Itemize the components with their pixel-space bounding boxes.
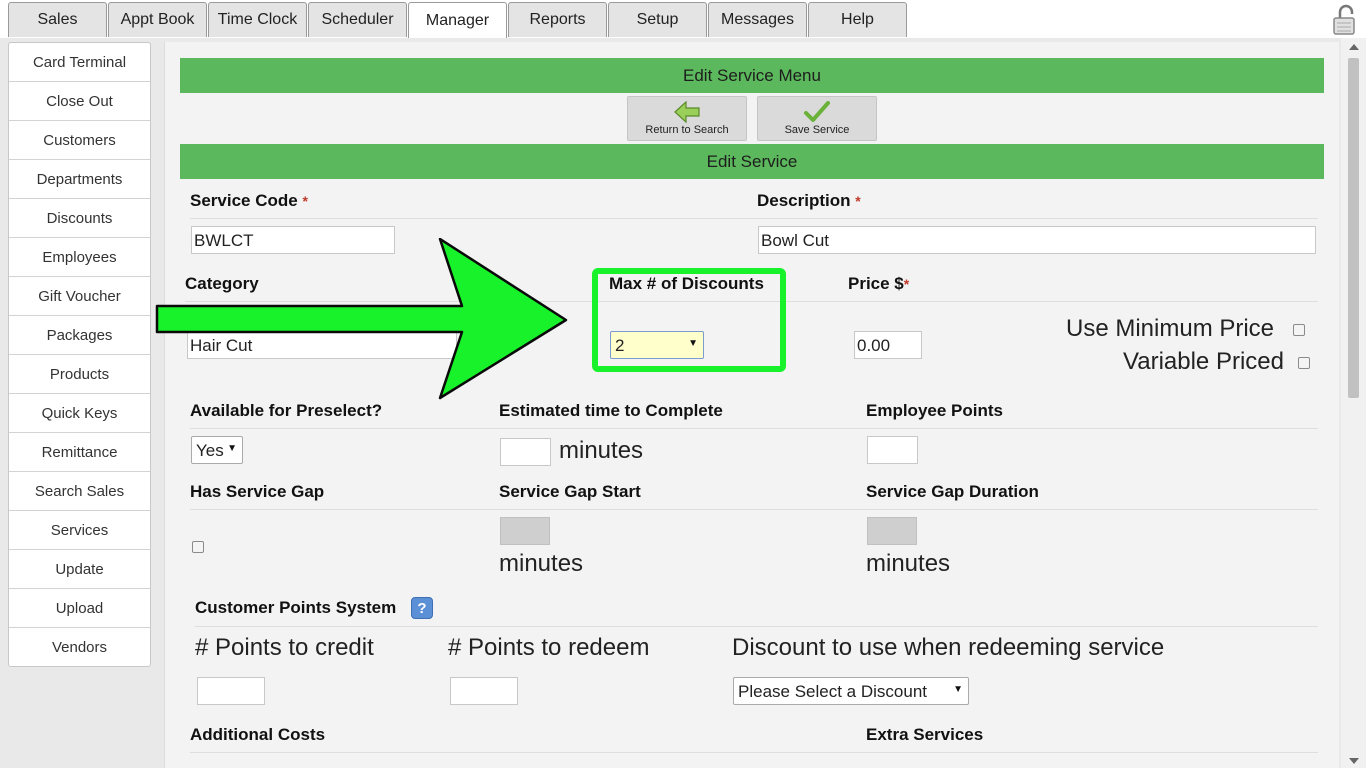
preselect-value: Yes (196, 441, 224, 460)
service-code-label: Service Code * (190, 191, 308, 210)
tab-appt-book[interactable]: Appt Book (108, 2, 207, 37)
tab-setup[interactable]: Setup (608, 2, 707, 37)
extra-services-label: Extra Services (866, 725, 984, 744)
est-time-label: Estimated time to Complete (499, 401, 723, 420)
divider (190, 509, 1318, 510)
lock-icon[interactable] (1332, 4, 1358, 36)
back-arrow-icon (674, 100, 700, 124)
sidebar-item-products[interactable]: Products (9, 355, 150, 394)
points-credit-label: # Points to credit (195, 634, 374, 661)
gap-start-label: Service Gap Start (499, 482, 641, 501)
redeem-discount-select[interactable]: Please Select a Discount ▼ (733, 677, 969, 705)
sidebar-item-search-sales[interactable]: Search Sales (9, 472, 150, 511)
gap-duration-unit: minutes (866, 550, 951, 577)
points-redeem-label: # Points to redeem (448, 634, 650, 661)
save-service-label: Save Service (784, 124, 850, 136)
variable-priced-checkbox[interactable] (1298, 357, 1310, 369)
employee-points-input[interactable] (867, 436, 918, 464)
main-content: Edit Service Menu Return to Search Save … (164, 42, 1339, 768)
menu-title-bar: Edit Service Menu (180, 58, 1324, 93)
form-title-bar: Edit Service (180, 144, 1324, 179)
chevron-down-icon: ▼ (227, 443, 237, 454)
sidebar-item-packages[interactable]: Packages (9, 316, 150, 355)
checkmark-icon (804, 101, 830, 122)
gap-duration-label: Service Gap Duration (866, 482, 1039, 501)
sidebar-item-vendors[interactable]: Vendors (9, 628, 150, 667)
redeem-discount-label: Discount to use when redeeming service (732, 634, 1165, 661)
sidebar-item-departments[interactable]: Departments (9, 160, 150, 199)
description-input[interactable]: Bowl Cut (758, 226, 1316, 254)
gap-start-unit: minutes (499, 550, 584, 577)
divider (190, 752, 1318, 753)
use-minimum-price-label: Use Minimum Price (1066, 315, 1275, 342)
sidebar-item-gift-voucher[interactable]: Gift Voucher (9, 277, 150, 316)
sidebar-item-customers[interactable]: Customers (9, 121, 150, 160)
additional-costs-label: Additional Costs (190, 725, 326, 744)
return-to-search-label: Return to Search (645, 124, 729, 136)
return-to-search-button[interactable]: Return to Search (627, 96, 747, 141)
est-time-unit: minutes (559, 437, 644, 464)
tab-help[interactable]: Help (808, 2, 907, 37)
points-redeem-input[interactable] (450, 677, 518, 705)
top-nav: Sales Appt Book Time Clock Scheduler Man… (0, 0, 1366, 38)
price-label: Price $* (848, 274, 910, 293)
scroll-down-icon[interactable] (1349, 758, 1359, 764)
max-discounts-highlight (592, 268, 786, 372)
sidebar-item-discounts[interactable]: Discounts (9, 199, 150, 238)
redeem-discount-value: Please Select a Discount (738, 682, 927, 701)
preselect-label: Available for Preselect? (190, 401, 383, 420)
tab-messages[interactable]: Messages (708, 2, 807, 37)
use-minimum-price-checkbox[interactable] (1293, 324, 1305, 336)
vertical-scrollbar[interactable] (1341, 38, 1366, 768)
sidebar-item-employees[interactable]: Employees (9, 238, 150, 277)
has-service-gap-checkbox[interactable] (192, 541, 204, 553)
est-time-input[interactable] (500, 438, 551, 466)
sidebar-item-upload[interactable]: Upload (9, 589, 150, 628)
employee-points-label: Employee Points (866, 401, 1003, 420)
points-credit-input[interactable] (197, 677, 265, 705)
save-service-button[interactable]: Save Service (757, 96, 877, 141)
tab-sales[interactable]: Sales (8, 2, 107, 37)
help-icon[interactable]: ? (411, 597, 433, 619)
tab-reports[interactable]: Reports (508, 2, 607, 37)
gap-duration-input (867, 517, 917, 545)
divider (190, 218, 1318, 219)
gap-start-input (500, 517, 550, 545)
variable-priced-label: Variable Priced (1123, 348, 1284, 375)
scroll-up-icon[interactable] (1349, 44, 1359, 50)
sidebar-item-update[interactable]: Update (9, 550, 150, 589)
tab-time-clock[interactable]: Time Clock (208, 2, 307, 37)
price-input[interactable]: 0.00 (854, 331, 922, 359)
sidebar-item-remittance[interactable]: Remittance (9, 433, 150, 472)
sidebar-item-quick-keys[interactable]: Quick Keys (9, 394, 150, 433)
divider (195, 626, 1318, 627)
sidebar-item-close-out[interactable]: Close Out (9, 82, 150, 121)
divider (190, 428, 1318, 429)
has-service-gap-label: Has Service Gap (190, 482, 325, 501)
description-label: Description * (757, 191, 861, 210)
sidebar-item-services[interactable]: Services (9, 511, 150, 550)
scroll-thumb[interactable] (1348, 58, 1359, 398)
tab-manager[interactable]: Manager (408, 2, 507, 38)
tab-scheduler[interactable]: Scheduler (308, 2, 407, 37)
pointer-arrow-icon (155, 238, 568, 400)
points-system-label: Customer Points System (195, 598, 397, 617)
sidebar-item-card-terminal[interactable]: Card Terminal (9, 43, 150, 82)
chevron-down-icon: ▼ (953, 684, 963, 695)
preselect-select[interactable]: Yes ▼ (191, 436, 243, 464)
manager-sidebar: Card Terminal Close Out Customers Depart… (8, 42, 151, 667)
